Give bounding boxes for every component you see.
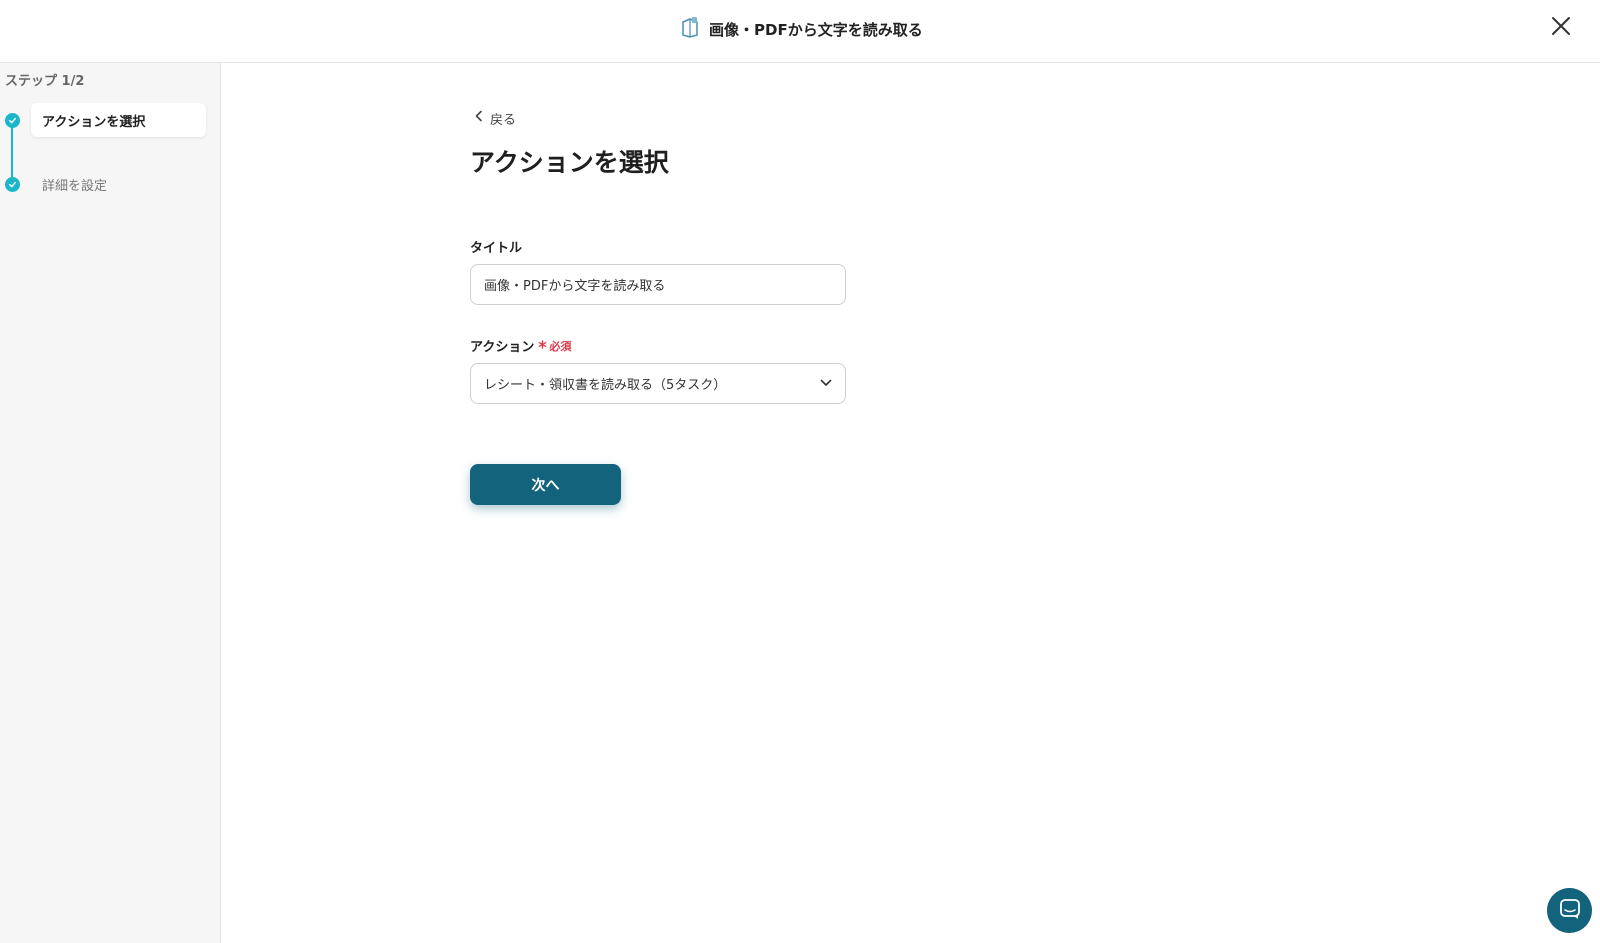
chevron-down-icon: [820, 376, 832, 391]
asterisk-icon: [538, 339, 547, 352]
chevron-left-icon: [474, 110, 484, 126]
action-field-label: アクション 必須: [470, 336, 571, 356]
back-link[interactable]: 戻る: [474, 108, 516, 128]
step-check-icon: [5, 113, 20, 128]
action-select-value: レシート・領収書を読み取る（5タスク）: [484, 378, 727, 393]
step-item-label: 詳細を設定: [42, 178, 108, 194]
chat-icon: [1559, 898, 1581, 924]
header-title: 画像・PDFから文字を読み取る: [680, 16, 923, 42]
step-check-icon: [5, 177, 20, 192]
required-badge: 必須: [538, 338, 571, 354]
page-title: アクションを選択: [470, 148, 669, 177]
step-item-label: アクションを選択: [42, 114, 146, 130]
back-link-label: 戻る: [490, 112, 517, 128]
step-connector: [11, 121, 13, 183]
chat-launcher-button[interactable]: [1547, 888, 1592, 933]
action-field-label-text: アクション: [470, 340, 535, 355]
next-button-label: 次へ: [531, 477, 560, 494]
title-field-label-text: タイトル: [470, 241, 523, 256]
step-count: ステップ 1/2: [5, 74, 85, 89]
header-title-text: 画像・PDFから文字を読み取る: [709, 20, 923, 39]
header-bar: 画像・PDFから文字を読み取る: [0, 0, 1600, 63]
next-button[interactable]: 次へ: [470, 464, 621, 505]
title-input-value: 画像・PDFから文字を読み取る: [484, 279, 666, 294]
title-input[interactable]: 画像・PDFから文字を読み取る: [470, 264, 846, 305]
step-item-configure-details[interactable]: 詳細を設定: [31, 167, 206, 201]
step-item-select-action[interactable]: アクションを選択: [31, 103, 206, 137]
close-icon: [1551, 16, 1571, 40]
close-button[interactable]: [1548, 15, 1574, 41]
ocr-app-icon: [680, 16, 700, 42]
required-label: 必須: [549, 339, 572, 353]
title-field-label: タイトル: [470, 237, 522, 256]
step-sidebar: ステップ 1/2 アクションを選択 詳細を設定: [0, 63, 221, 943]
action-select[interactable]: レシート・領収書を読み取る（5タスク）: [470, 363, 846, 404]
